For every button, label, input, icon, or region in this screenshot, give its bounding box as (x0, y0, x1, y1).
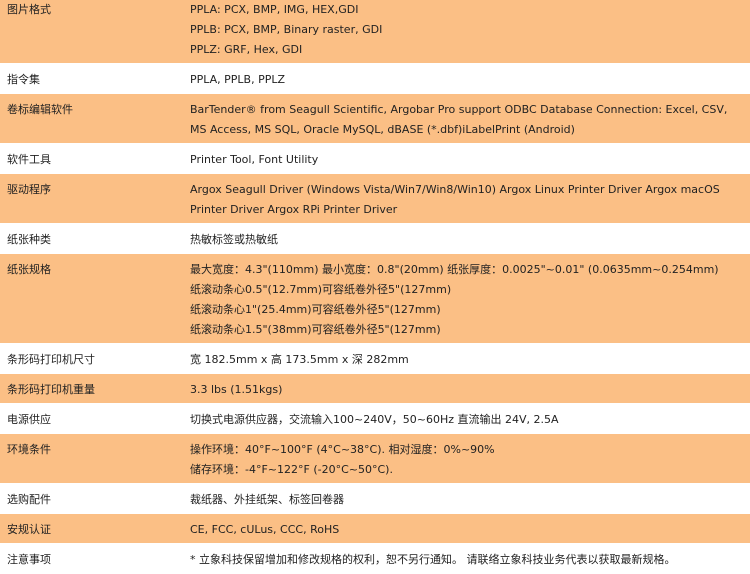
spec-value-line: 纸滚动条心1"(25.4mm)可容纸卷外径5"(127mm) (190, 303, 441, 316)
spec-value-line: 纸滚动条心1.5"(38mm)可容纸卷外径5"(127mm) (190, 323, 441, 336)
spec-value-line: 热敏标签或热敏纸 (190, 233, 278, 246)
spec-label: 电源供应 (0, 403, 190, 434)
spec-value: Argox Seagull Driver (Windows Vista/Win7… (190, 173, 750, 224)
spec-value-line: 裁纸器、外挂纸架、标签回卷器 (190, 493, 344, 506)
spec-value: 热敏标签或热敏纸 (190, 223, 750, 254)
spec-value: CE, FCC, cULus, CCC, RoHS (190, 513, 750, 544)
spec-value-line: CE, FCC, cULus, CCC, RoHS (190, 523, 340, 536)
spec-value: 3.3 lbs (1.51kgs) (190, 373, 750, 404)
spec-row-drivers: 驱动程序 Argox Seagull Driver (Windows Vista… (0, 173, 750, 224)
spec-value-line: PPLB: PCX, BMP, Binary raster, GDI (190, 23, 383, 36)
spec-value-line: 纸滚动条心0.5"(12.7mm)可容纸卷外径5"(127mm) (190, 283, 452, 296)
spec-row-image-format: 图片格式 PPLA: PCX, BMP, IMG, HEX,GDI PPLB: … (0, 0, 750, 64)
spec-row-options: 选购配件 裁纸器、外挂纸架、标签回卷器 (0, 483, 750, 514)
spec-value: BarTender® from Seagull Scientific, Argo… (190, 93, 750, 144)
spec-value-line: 储存环境：-4°F~122°F (-20°C~50°C). (190, 463, 393, 476)
spec-row-notes: 注意事项 * 立象科技保留增加和修改规格的权利，恕不另行通知。 请联络立象科技业… (0, 543, 750, 574)
spec-row-label-software: 卷标编辑软件 BarTender® from Seagull Scientifi… (0, 93, 750, 144)
spec-value-line: 最大宽度：4.3"(110mm) 最小宽度：0.8"(20mm) 纸张厚度：0.… (190, 263, 719, 276)
spec-label: 条形码打印机尺寸 (0, 343, 190, 374)
spec-value-line: PPLZ: GRF, Hex, GDI (190, 43, 303, 56)
spec-value: * 立象科技保留增加和修改规格的权利，恕不另行通知。 请联络立象科技业务代表以获… (190, 543, 750, 574)
spec-row-environment: 环境条件 操作环境：40°F~100°F (4°C~38°C). 相对湿度：0%… (0, 433, 750, 484)
spec-row-command-set: 指令集 PPLA, PPLB, PPLZ (0, 63, 750, 94)
spec-value-line: 3.3 lbs (1.51kgs) (190, 383, 283, 396)
spec-label: 驱动程序 (0, 173, 190, 224)
spec-row-weight: 条形码打印机重量 3.3 lbs (1.51kgs) (0, 373, 750, 404)
spec-label: 安规认证 (0, 513, 190, 544)
spec-row-media-spec: 纸张规格 最大宽度：4.3"(110mm) 最小宽度：0.8"(20mm) 纸张… (0, 253, 750, 344)
spec-row-certifications: 安规认证 CE, FCC, cULus, CCC, RoHS (0, 513, 750, 544)
spec-value: 裁纸器、外挂纸架、标签回卷器 (190, 483, 750, 514)
spec-row-power-supply: 电源供应 切换式电源供应器，交流输入100~240V，50~60Hz 直流输出 … (0, 403, 750, 434)
spec-table: 图片格式 PPLA: PCX, BMP, IMG, HEX,GDI PPLB: … (0, 0, 750, 574)
spec-value: PPLA: PCX, BMP, IMG, HEX,GDI PPLB: PCX, … (190, 0, 750, 64)
spec-label: 纸张种类 (0, 223, 190, 254)
spec-value-line: Argox Seagull Driver (Windows Vista/Win7… (190, 183, 720, 216)
spec-value: Printer Tool, Font Utility (190, 143, 750, 174)
spec-value: 切换式电源供应器，交流输入100~240V，50~60Hz 直流输出 24V, … (190, 403, 750, 434)
spec-label: 条形码打印机重量 (0, 373, 190, 404)
spec-value: PPLA, PPLB, PPLZ (190, 63, 750, 94)
spec-label: 纸张规格 (0, 253, 190, 344)
spec-value-line: 操作环境：40°F~100°F (4°C~38°C). 相对湿度：0%~90% (190, 443, 495, 456)
spec-row-software-tools: 软件工具 Printer Tool, Font Utility (0, 143, 750, 174)
spec-value-line: * 立象科技保留增加和修改规格的权利，恕不另行通知。 请联络立象科技业务代表以获… (190, 553, 676, 566)
spec-label: 卷标编辑软件 (0, 93, 190, 144)
spec-value: 最大宽度：4.3"(110mm) 最小宽度：0.8"(20mm) 纸张厚度：0.… (190, 253, 750, 344)
spec-value-line: Printer Tool, Font Utility (190, 153, 319, 166)
spec-value-line: PPLA, PPLB, PPLZ (190, 73, 286, 86)
spec-label: 环境条件 (0, 433, 190, 484)
spec-label: 指令集 (0, 63, 190, 94)
spec-row-dimensions: 条形码打印机尺寸 宽 182.5mm x 高 173.5mm x 深 282mm (0, 343, 750, 374)
spec-value-line: 宽 182.5mm x 高 173.5mm x 深 282mm (190, 353, 409, 366)
spec-value: 操作环境：40°F~100°F (4°C~38°C). 相对湿度：0%~90% … (190, 433, 750, 484)
spec-value: 宽 182.5mm x 高 173.5mm x 深 282mm (190, 343, 750, 374)
spec-label: 图片格式 (0, 0, 190, 64)
spec-label: 软件工具 (0, 143, 190, 174)
spec-label: 选购配件 (0, 483, 190, 514)
spec-row-media-type: 纸张种类 热敏标签或热敏纸 (0, 223, 750, 254)
spec-value-line: PPLA: PCX, BMP, IMG, HEX,GDI (190, 3, 359, 16)
spec-value-line: BarTender® from Seagull Scientific, Argo… (190, 103, 728, 136)
spec-label: 注意事项 (0, 543, 190, 574)
spec-value-line: 切换式电源供应器，交流输入100~240V，50~60Hz 直流输出 24V, … (190, 413, 559, 426)
